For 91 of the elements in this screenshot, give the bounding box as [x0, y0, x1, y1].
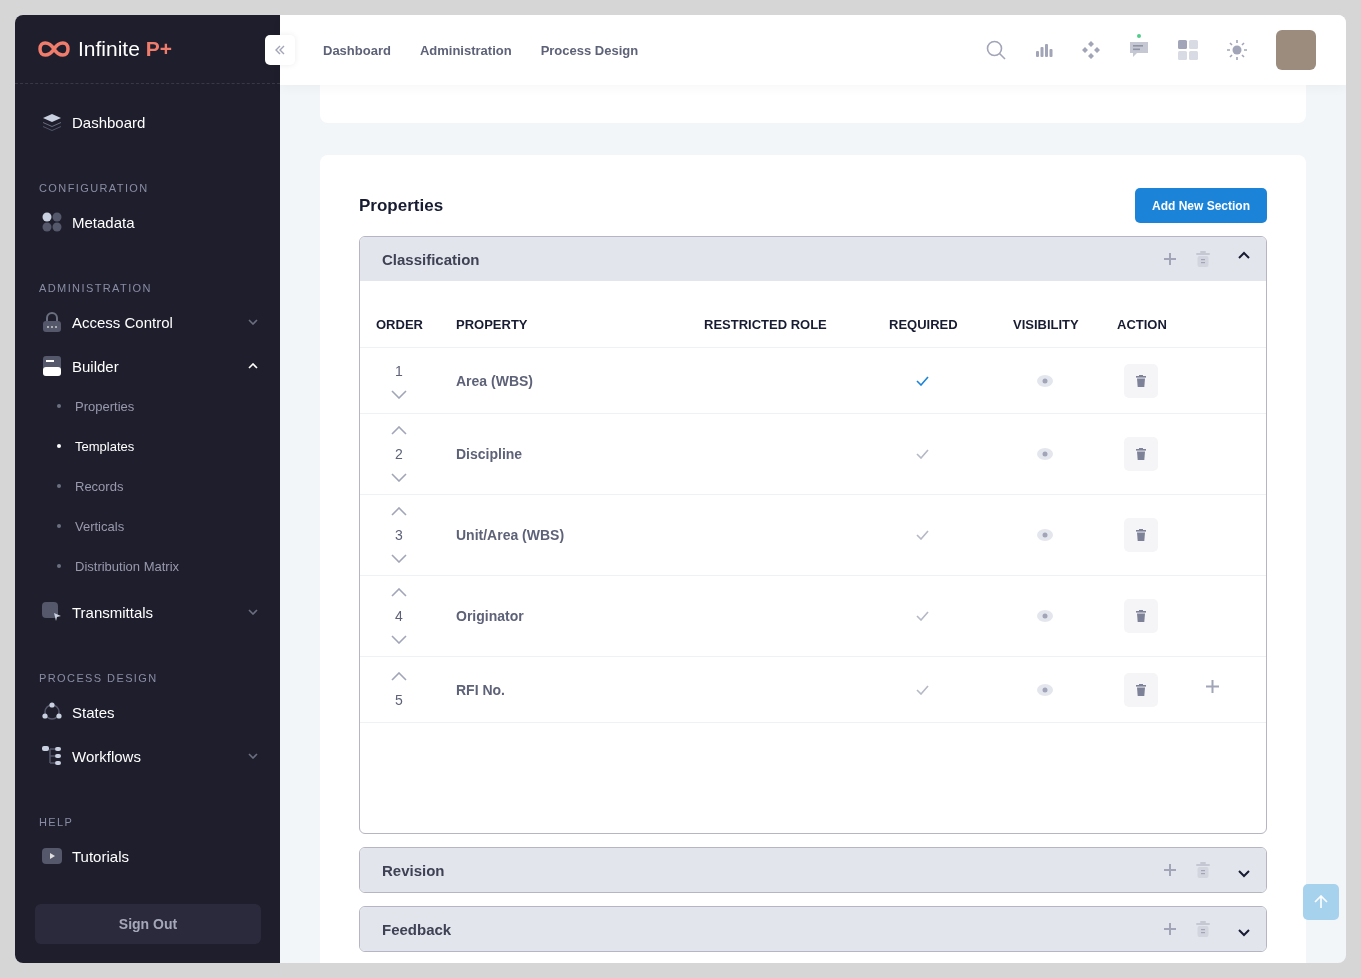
submenu-item[interactable]: Verticals	[15, 506, 280, 547]
check-icon[interactable]	[916, 611, 929, 621]
check-icon[interactable]	[916, 530, 929, 540]
sidebar-item[interactable]: Access Control	[15, 300, 280, 345]
submenu-item[interactable]: Records	[15, 466, 280, 507]
layers-icon	[42, 113, 62, 132]
delete-button[interactable]	[1124, 599, 1158, 633]
order-number: 5	[395, 691, 403, 708]
section-title: Classification	[382, 250, 481, 268]
column-header: ACTION	[1117, 316, 1168, 332]
sidebar-item[interactable]: Transmittals	[15, 590, 280, 635]
card-title: Properties	[359, 195, 444, 216]
submenu-item[interactable]: Templates	[15, 426, 280, 467]
brand-name: Infinite P+	[78, 37, 172, 62]
check-icon[interactable]	[916, 375, 929, 386]
plus-icon[interactable]	[1164, 923, 1176, 935]
eye-icon[interactable]	[1037, 683, 1053, 696]
eye-icon[interactable]	[1037, 448, 1053, 460]
column-header: VISIBILITY	[1013, 316, 1080, 332]
submenu-item[interactable]: Distribution Matrix	[15, 546, 280, 587]
bar-chart-icon[interactable]	[1035, 43, 1053, 57]
property-name: Originator	[456, 608, 525, 624]
delete-button[interactable]	[1124, 363, 1158, 398]
delete-button[interactable]	[1124, 672, 1158, 707]
plus-icon[interactable]	[1164, 253, 1176, 265]
property-name: Discipline	[456, 446, 524, 462]
section-heading: ADMINISTRATION	[38, 281, 153, 297]
section-heading: HELP	[38, 815, 75, 831]
order-number: 3	[395, 527, 403, 543]
section-title: Revision	[382, 861, 446, 879]
collapse-sidebar-button[interactable]	[265, 35, 295, 65]
submenu-item[interactable]: Properties	[15, 386, 280, 427]
delete-button[interactable]	[1124, 518, 1158, 552]
top-nav-link[interactable]: Administration	[419, 42, 512, 58]
trash-icon	[1136, 374, 1146, 387]
sidebar-item[interactable]: Workflows	[15, 734, 280, 779]
plus-icon[interactable]	[1206, 680, 1219, 693]
chevron-down-icon[interactable]	[1238, 929, 1250, 937]
chevrons-left-icon	[274, 45, 286, 55]
sign-out-button[interactable]: Sign Out	[35, 904, 261, 944]
column-header: PROPERTY	[456, 316, 529, 332]
delete-button[interactable]	[1124, 437, 1158, 471]
sidebar-item[interactable]: Dashboard	[15, 100, 280, 145]
section-heading: CONFIGURATION	[38, 181, 150, 197]
trash-icon[interactable]	[1196, 251, 1210, 267]
trash-icon	[1136, 683, 1146, 696]
chevron-down-icon[interactable]	[1238, 870, 1250, 878]
column-header: REQUIRED	[889, 316, 959, 332]
play-icon	[42, 848, 62, 865]
plus-icon[interactable]	[1164, 864, 1176, 876]
chevron-up-icon[interactable]	[1238, 251, 1250, 259]
grid-dots-icon	[42, 212, 62, 233]
section-heading: PROCESS DESIGN	[38, 671, 159, 687]
sidebar-item[interactable]: Metadata	[15, 200, 280, 245]
order-number: 4	[395, 608, 403, 624]
sidebar-item[interactable]: States	[15, 690, 280, 735]
document-icon	[43, 356, 61, 377]
avatar-placeholder[interactable]	[1276, 30, 1316, 70]
nodes-icon	[42, 702, 62, 723]
arrow-up-icon	[1314, 895, 1328, 909]
eye-icon[interactable]	[1037, 610, 1053, 622]
lock-icon	[42, 312, 62, 333]
chat-icon[interactable]	[1129, 34, 1149, 58]
eye-icon[interactable]	[1037, 529, 1053, 541]
property-name: Unit/Area (WBS)	[456, 527, 566, 543]
column-header: RESTRICTED ROLE	[704, 316, 828, 332]
grid-icon[interactable]	[1178, 40, 1198, 60]
order-number: 1	[395, 362, 403, 379]
trash-icon[interactable]	[1196, 921, 1210, 937]
sidebar-item[interactable]: Tutorials	[15, 834, 280, 879]
property-name: RFI No.	[456, 681, 506, 698]
check-icon[interactable]	[916, 449, 929, 459]
trash-icon	[1136, 448, 1146, 460]
property-name: Area (WBS)	[456, 372, 534, 389]
search-icon[interactable]	[986, 40, 1006, 60]
sidebar-item[interactable]: Builder	[15, 344, 280, 389]
trash-icon	[1136, 529, 1146, 541]
add-section-button[interactable]: Add New Section	[1135, 188, 1267, 223]
top-nav-link[interactable]: Process Design	[540, 42, 639, 58]
check-icon[interactable]	[916, 684, 929, 695]
eye-icon[interactable]	[1037, 374, 1053, 387]
scroll-to-top-button[interactable]	[1303, 884, 1339, 920]
column-header: ORDER	[376, 316, 424, 332]
top-nav-link[interactable]: Dashboard	[323, 42, 391, 58]
tree-icon	[42, 746, 62, 767]
diamonds-icon[interactable]	[1082, 41, 1100, 59]
order-number: 2	[395, 446, 403, 462]
trash-icon	[1136, 610, 1146, 622]
section-title: Feedback	[382, 920, 453, 938]
trash-icon[interactable]	[1196, 862, 1210, 878]
sun-icon[interactable]	[1227, 40, 1247, 60]
